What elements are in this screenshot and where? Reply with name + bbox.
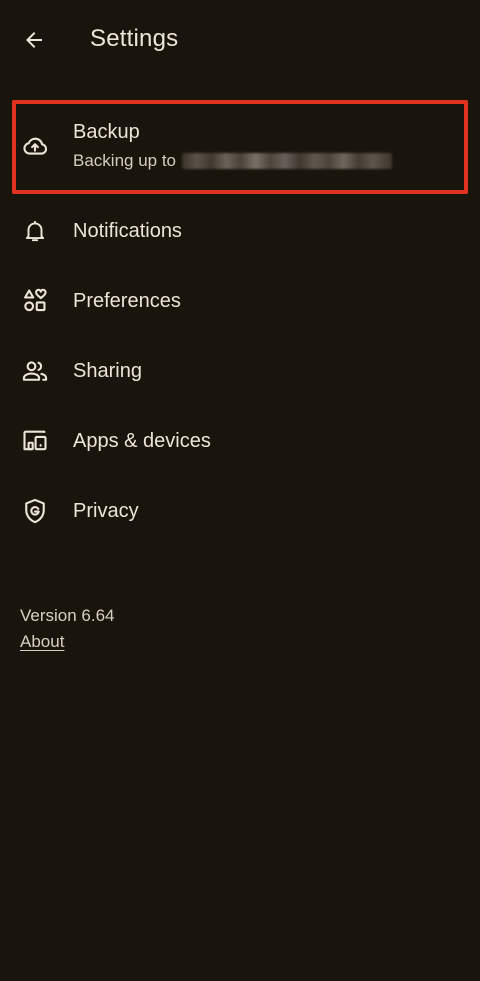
settings-item-apps-devices[interactable]: Apps & devices	[0, 406, 480, 476]
settings-item-sharing[interactable]: Sharing	[0, 336, 480, 406]
version-text: Version 6.64	[20, 606, 115, 625]
settings-item-privacy[interactable]: Privacy	[0, 476, 480, 546]
backup-status: Backing up to	[73, 151, 393, 171]
arrow-back-icon	[26, 32, 42, 48]
page-title: Settings	[90, 25, 179, 52]
cloud-upload-icon	[21, 132, 49, 160]
shapes-icon	[21, 287, 49, 315]
people-icon	[21, 357, 49, 385]
settings-item-preferences[interactable]: Preferences	[0, 266, 480, 336]
top-app-bar: Settings	[0, 0, 480, 80]
settings-list: Backup Backing up to Notifications Prefe…	[0, 96, 480, 546]
footer: Version 6.64 About	[20, 606, 115, 652]
settings-item-label: Preferences	[73, 289, 181, 312]
settings-item-backup[interactable]: Backup Backing up to	[0, 96, 480, 196]
settings-item-label: Sharing	[73, 359, 142, 382]
blurred-account-email	[182, 153, 393, 169]
shield-g-icon	[21, 497, 49, 525]
backup-status-text: Backing up to	[73, 151, 177, 170]
bell-icon	[21, 217, 49, 245]
settings-item-label: Backup	[73, 121, 140, 143]
settings-item-notifications[interactable]: Notifications	[0, 196, 480, 266]
devices-icon	[21, 427, 49, 455]
settings-item-label: Notifications	[73, 219, 182, 242]
about-link[interactable]: About	[20, 632, 64, 652]
settings-item-label: Privacy	[73, 499, 139, 522]
settings-item-label: Apps & devices	[73, 429, 211, 452]
back-button[interactable]	[14, 20, 54, 60]
